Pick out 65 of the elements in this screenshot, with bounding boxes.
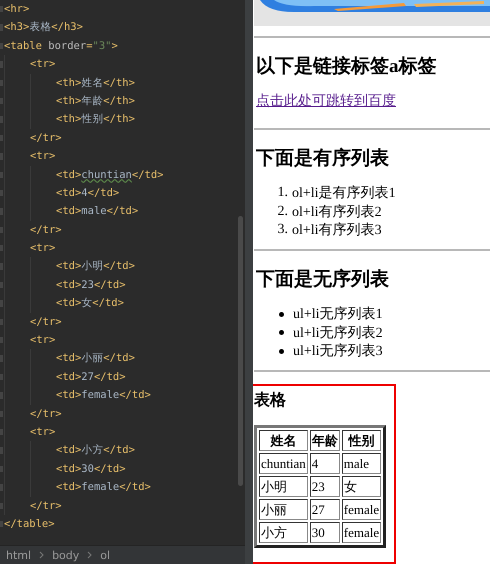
code-line: <td>30</td> (56, 462, 126, 477)
code-line: <td>chuntian</td> (56, 168, 164, 183)
bullet-icon (279, 348, 284, 354)
code-line: <h3>表格</h3> (4, 20, 83, 36)
column-header: 年龄 (310, 430, 340, 452)
table-cell: 女 (342, 476, 382, 498)
list-item: ul+li无序列表1 (293, 305, 383, 324)
table-cell: female (342, 499, 382, 520)
code-line: <td>4</td> (56, 186, 120, 201)
table-cell: female (342, 522, 382, 544)
column-header: 姓名 (259, 430, 308, 452)
code-line: <td>小方</td> (56, 443, 135, 458)
code-line: <th>性别</th> (56, 112, 135, 128)
list-item: ul+li无序列表3 (293, 342, 383, 360)
code-line: <th>姓名</th> (56, 76, 135, 91)
section-heading: 下面是无序列表 (256, 269, 390, 292)
code-line: <tr> (30, 424, 56, 440)
list-item: ul+li无序列表2 (293, 324, 383, 342)
bullet-icon (279, 330, 284, 336)
code-line: <td>27</td> (56, 370, 126, 385)
list-number: 1. (276, 185, 288, 202)
code-line: <tr> (30, 57, 56, 72)
code-line: <table border="3"> (4, 38, 118, 54)
table-cell: 30 (310, 522, 340, 544)
table-cell: chuntian (259, 453, 308, 474)
code-line: <td>male</td> (56, 204, 138, 220)
code-line: </tr> (30, 314, 62, 330)
code-line: <th>年龄</th> (56, 94, 135, 109)
table-cell: 23 (310, 476, 340, 498)
code-line: <tr> (30, 333, 56, 348)
list-number: 3. (276, 222, 288, 238)
code-line: <tr> (30, 149, 56, 164)
code-line: <tr> (30, 241, 56, 256)
list-item: ol+li有序列表3 (292, 221, 382, 239)
breadcrumb-item[interactable]: ol (100, 548, 110, 562)
code-line: <td>女</td> (56, 296, 124, 312)
link[interactable]: 点击此处可跳转到百度 (256, 92, 396, 110)
code-line: <hr> (4, 2, 30, 17)
table-cell: 4 (310, 453, 340, 474)
column-header: 性别 (342, 430, 382, 452)
table-cell: 小明 (259, 476, 308, 498)
list-item: ol+li是有序列表1 (292, 184, 396, 202)
code-line: <td>female</td> (56, 388, 151, 404)
breadcrumb-item[interactable]: html (6, 548, 32, 562)
scrollbar[interactable] (238, 216, 243, 486)
code-line: <td>23</td> (56, 278, 126, 293)
code-line: <td>female</td> (56, 480, 151, 496)
code-line: </tr> (30, 498, 62, 514)
table-cell: 小方 (259, 522, 308, 544)
list-number: 2. (276, 204, 288, 220)
section-heading: 以下是链接标签a标签 (256, 56, 438, 78)
section-heading: 下面是有序列表 (256, 148, 390, 170)
code-line: </tr> (30, 222, 62, 238)
table-title: 表格 (254, 390, 287, 412)
list-item: ol+li有序列表2 (292, 203, 382, 221)
table-cell: 小丽 (259, 499, 308, 520)
breadcrumb-item[interactable]: body (52, 548, 80, 562)
code-line: <td>小丽</td> (56, 351, 135, 366)
code-line: </table> (4, 516, 55, 532)
table-cell: male (342, 453, 382, 474)
code-line: <td>小明</td> (56, 259, 135, 274)
bullet-icon (279, 312, 284, 317)
code-line: </tr> (30, 130, 62, 146)
table-cell: 27 (310, 499, 340, 520)
code-line: </tr> (30, 406, 62, 422)
